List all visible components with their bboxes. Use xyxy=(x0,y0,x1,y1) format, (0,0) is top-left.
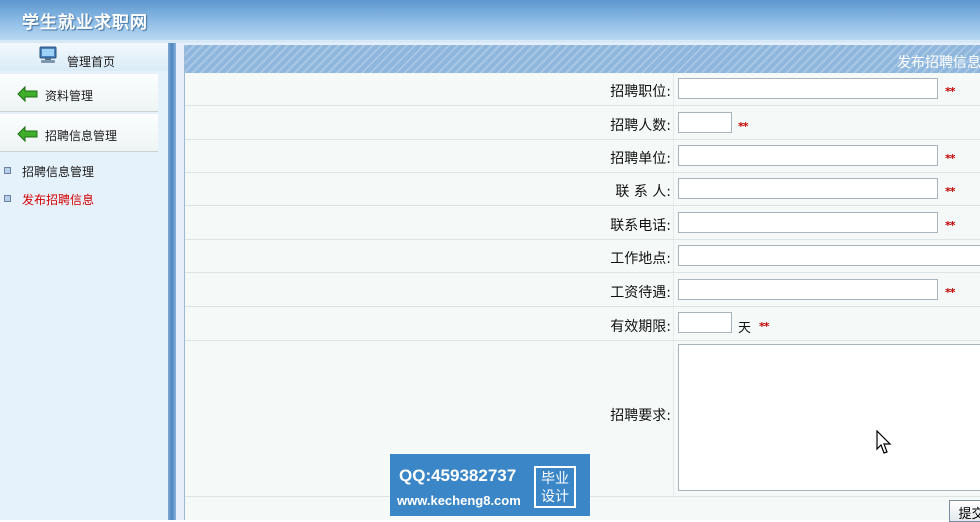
column-divider xyxy=(673,140,674,172)
validity-unit: 天 xyxy=(738,321,752,336)
contact-input[interactable] xyxy=(678,178,938,199)
arrow-icon xyxy=(17,125,38,143)
required-mark: ** xyxy=(945,219,955,232)
bullet-icon xyxy=(4,195,11,202)
form-row-company: 招聘单位: ** xyxy=(185,140,980,173)
column-divider xyxy=(673,206,674,239)
field-label: 有效期限: xyxy=(610,319,671,335)
panel-title: 发布招聘信息 xyxy=(897,55,980,71)
watermark-banner: QQ:459382737 www.kecheng8.com 毕业 设计 xyxy=(390,454,590,516)
field-label: 联 系 人: xyxy=(615,184,671,200)
field-label: 招聘单位: xyxy=(610,151,671,167)
sidebar-link-publish-job[interactable]: 发布招聘信息 xyxy=(0,191,168,207)
validity-input[interactable] xyxy=(678,312,732,333)
field-label: 联系电话: xyxy=(610,218,671,234)
column-divider xyxy=(673,73,674,105)
submit-button[interactable]: 提交 xyxy=(949,500,980,522)
column-divider xyxy=(673,307,674,340)
sidebar-link-manage-jobs[interactable]: 招聘信息管理 xyxy=(0,163,168,179)
position-input[interactable] xyxy=(678,78,938,99)
required-mark: ** xyxy=(945,185,955,198)
sidebar-category-jobs[interactable]: 招聘信息管理 xyxy=(0,114,158,152)
column-divider xyxy=(673,106,674,139)
field-label: 招聘人数: xyxy=(610,118,671,134)
sidebar-home[interactable]: 管理首页 xyxy=(0,43,168,71)
required-mark: ** xyxy=(759,320,769,333)
sidebar-category-label: 招聘信息管理 xyxy=(45,129,118,143)
mouse-cursor-icon xyxy=(876,430,892,454)
watermark-qq: QQ:459382737 xyxy=(399,466,517,485)
sidebar-category-label: 资料管理 xyxy=(45,89,94,103)
top-header: 学生就业求职网 xyxy=(0,0,980,40)
form-row-salary: 工资待遇: ** xyxy=(185,273,980,307)
computer-icon xyxy=(39,46,57,63)
watermark-badge-line1: 毕业 xyxy=(541,471,569,487)
arrow-icon xyxy=(17,85,38,103)
requirements-textarea[interactable] xyxy=(678,344,980,491)
column-divider xyxy=(673,173,674,205)
form-row-phone: 联系电话: ** xyxy=(185,206,980,240)
form-row-location: 工作地点: xyxy=(185,240,980,273)
form-row-headcount: 招聘人数: ** xyxy=(185,106,980,140)
field-label: 工作地点: xyxy=(610,251,671,267)
sidebar-link-label: 发布招聘信息 xyxy=(22,193,95,207)
site-title: 学生就业求职网 xyxy=(22,13,148,33)
form-row-validity: 有效期限: 天 ** xyxy=(185,307,980,341)
form-row-contact: 联 系 人: ** xyxy=(185,173,980,206)
sidebar-category-profile[interactable]: 资料管理 xyxy=(0,74,158,112)
sidebar-splitter[interactable] xyxy=(168,43,176,520)
bullet-icon xyxy=(4,167,11,174)
field-label: 招聘职位: xyxy=(610,84,671,100)
column-divider xyxy=(673,273,674,306)
panel-header: 发布招聘信息 xyxy=(185,45,980,73)
main-content: 发布招聘信息 招聘职位: ** 招聘人数: ** 招聘单位: ** 联 系 人: xyxy=(176,43,980,522)
required-mark: ** xyxy=(945,85,955,98)
required-mark: ** xyxy=(945,286,955,299)
column-divider xyxy=(673,240,674,272)
sidebar-home-label: 管理首页 xyxy=(67,55,116,69)
sidebar-link-label: 招聘信息管理 xyxy=(22,165,95,179)
required-mark: ** xyxy=(738,120,748,133)
column-divider xyxy=(673,341,674,496)
watermark-badge: 毕业 设计 xyxy=(534,466,576,508)
form-row-position: 招聘职位: ** xyxy=(185,73,980,106)
required-mark: ** xyxy=(945,152,955,165)
left-sidebar: 管理首页 资料管理 招聘信息管理 招聘信息管理 发布招聘信息 xyxy=(0,43,168,520)
field-label: 招聘要求: xyxy=(610,408,671,424)
watermark-badge-line2: 设计 xyxy=(541,489,569,505)
salary-input[interactable] xyxy=(678,279,938,300)
publish-form-panel: 发布招聘信息 招聘职位: ** 招聘人数: ** 招聘单位: ** 联 系 人: xyxy=(184,45,980,522)
company-input[interactable] xyxy=(678,145,938,166)
watermark-url: www.kecheng8.com xyxy=(397,493,521,508)
headcount-input[interactable] xyxy=(678,112,732,133)
phone-input[interactable] xyxy=(678,212,938,233)
location-input[interactable] xyxy=(678,245,980,266)
field-label: 工资待遇: xyxy=(610,285,671,301)
